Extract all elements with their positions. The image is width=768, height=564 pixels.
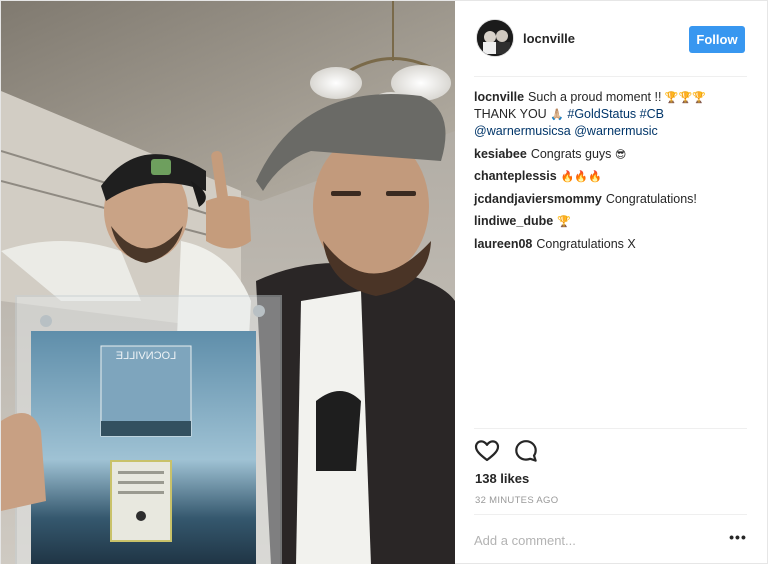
trophy-emoji: 🏆🏆🏆 (664, 91, 707, 104)
comment-text: Congratulations! (605, 191, 697, 206)
post-sidebar: locnville Follow locnville Such a proud m… (456, 1, 768, 564)
post-timestamp[interactable]: 32 MINUTES AGO (475, 495, 558, 506)
likes-count[interactable]: 138 likes (475, 471, 529, 486)
heart-icon (474, 440, 500, 462)
post-photo[interactable]: LOCNVILLE (1, 1, 455, 564)
comment-divider (474, 514, 747, 515)
hashtag-cb[interactable]: #CB (640, 107, 664, 121)
header-divider (474, 76, 747, 77)
list-item: jcdandjaviersmommy Congratulations! (474, 191, 754, 208)
caption-text-line1: Such a proud moment !! (528, 90, 662, 104)
list-item: chanteplessis 🔥🔥🔥 (474, 168, 754, 185)
list-item: kesiabee Congrats guys 😎 (474, 146, 754, 163)
comment-username[interactable]: kesiabee (474, 147, 527, 161)
pray-emoji: 🙏🏼 (550, 108, 564, 121)
sunglasses-emoji: 😎 (614, 147, 627, 161)
caption-username[interactable]: locnville (474, 90, 524, 104)
hashtag-goldstatus[interactable]: #GoldStatus (567, 107, 636, 121)
photo-illustration: LOCNVILLE (1, 1, 455, 564)
avatar[interactable] (476, 19, 514, 57)
like-button[interactable] (474, 438, 500, 464)
comment-username[interactable]: lindiwe_dube (474, 214, 553, 228)
actions-divider (474, 428, 747, 429)
post-author-username[interactable]: locnville (523, 31, 575, 46)
comment-username[interactable]: laureen08 (474, 237, 532, 251)
follow-button[interactable]: Follow (689, 26, 745, 53)
mention-warnermusicsa[interactable]: @warnermusicsa (474, 124, 571, 138)
post-header: locnville Follow (456, 1, 768, 77)
mention-warnermusic[interactable]: @warnermusic (574, 124, 658, 138)
add-comment-input[interactable] (474, 529, 714, 551)
comment-username[interactable]: jcdandjaviersmommy (474, 192, 602, 206)
speech-bubble-icon (515, 440, 537, 462)
trophy-emoji: 🏆 (557, 215, 571, 228)
comment-text: Congrats guys (530, 146, 612, 161)
comments-list: locnville Such a proud moment !! 🏆🏆🏆 THAN… (474, 89, 754, 258)
caption: locnville Such a proud moment !! 🏆🏆🏆 THAN… (474, 89, 754, 140)
caption-text-line2: THANK YOU (474, 107, 547, 121)
fire-emoji: 🔥🔥🔥 (560, 170, 602, 183)
comment-text: Congratulations X (536, 236, 636, 251)
more-options-button[interactable]: ••• (728, 530, 748, 547)
instagram-post: LOCNVILLE locnville Follow locnville Suc… (0, 0, 768, 564)
comment-button[interactable] (513, 438, 539, 464)
list-item: laureen08 Congratulations X (474, 236, 754, 253)
comment-username[interactable]: chanteplessis (474, 169, 557, 183)
plaque-album-title: LOCNVILLE (116, 350, 177, 362)
avatar-image (477, 20, 513, 56)
list-item: lindiwe_dube 🏆 (474, 213, 754, 230)
